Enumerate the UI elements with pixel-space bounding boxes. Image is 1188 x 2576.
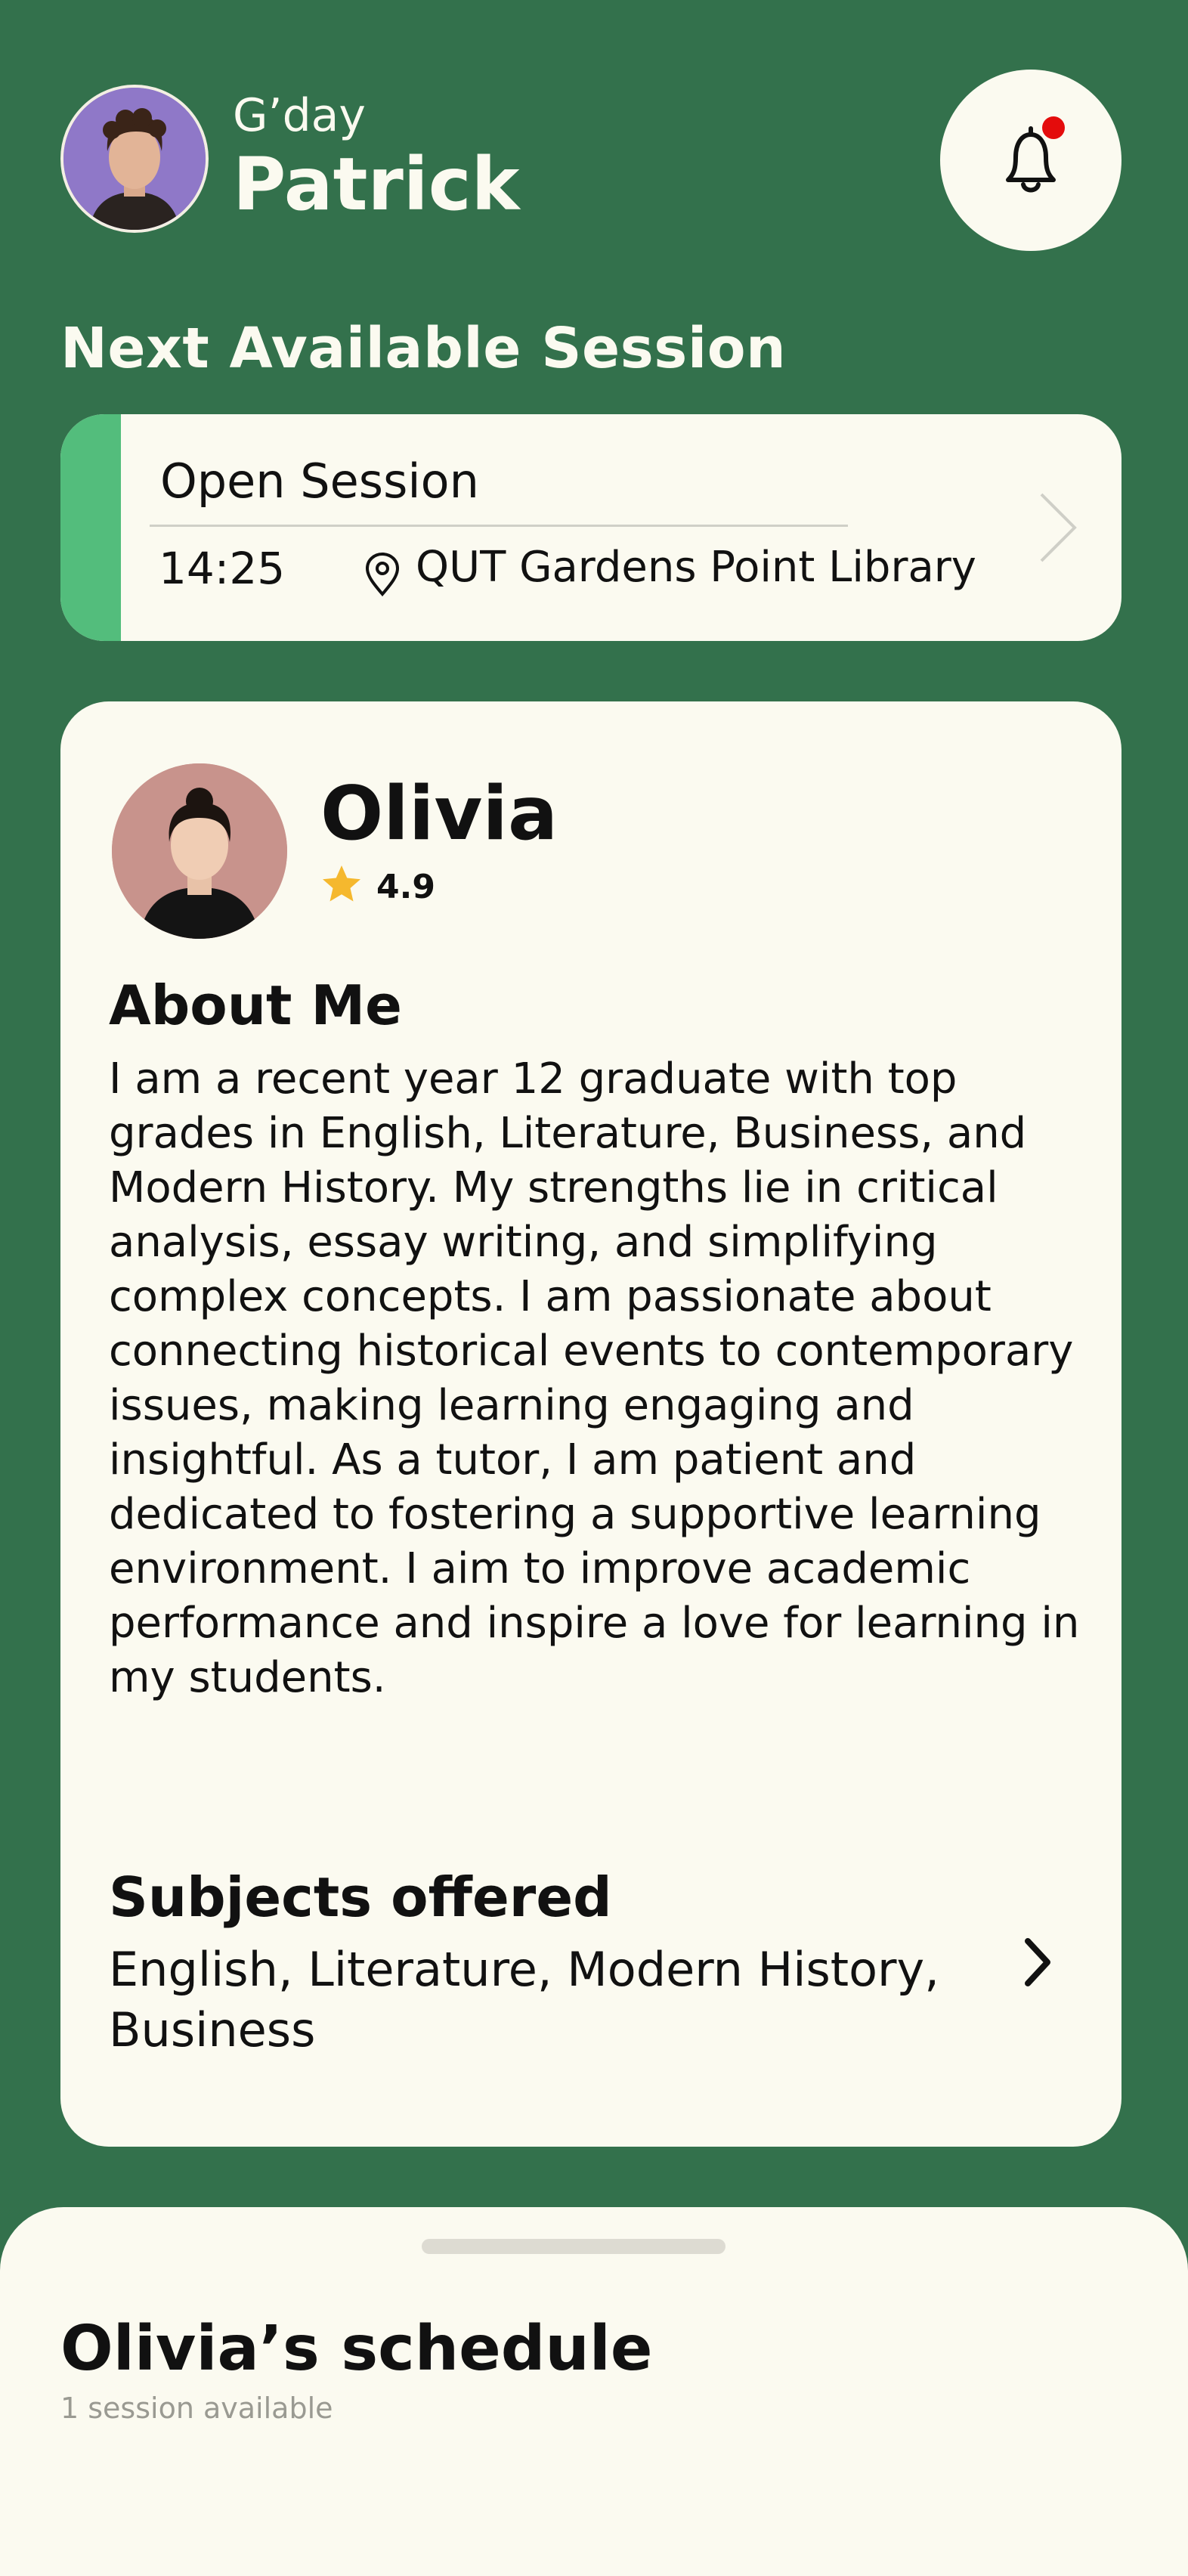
subjects-heading: Subjects offered — [109, 1865, 612, 1929]
tutor-rating: 4.9 — [376, 868, 435, 906]
about-heading: About Me — [109, 974, 402, 1037]
notifications-button[interactable] — [940, 70, 1121, 251]
schedule-subtitle: 1 session available — [60, 2392, 333, 2425]
user-name: Patrick — [233, 142, 520, 227]
schedule-title: Olivia’s schedule — [60, 2313, 653, 2385]
session-divider — [150, 525, 848, 527]
user-avatar-image — [63, 88, 206, 230]
session-time: 14:25 — [159, 543, 286, 594]
chevron-right-icon — [1040, 493, 1077, 562]
about-text: I am a recent year 12 graduate with top … — [109, 1054, 1080, 1702]
tutor-name: Olivia — [320, 771, 558, 857]
notification-badge-dot — [1042, 116, 1065, 139]
tutor-avatar-image — [112, 763, 287, 939]
tutor-avatar — [112, 763, 287, 939]
star-icon — [323, 865, 360, 902]
next-session-heading: Next Available Session — [60, 316, 787, 381]
session-type: Open Session — [160, 454, 479, 509]
subjects-list[interactable]: English, Literature, Modern History, Bus… — [109, 1940, 978, 2060]
tutor-profile-card: Olivia 4.9 About Me I am a recent year 1… — [60, 701, 1121, 2147]
user-avatar[interactable] — [60, 85, 209, 233]
greeting-text: G’day — [233, 89, 366, 142]
location-pin-icon — [365, 552, 400, 597]
chevron-right-icon[interactable] — [1020, 1935, 1057, 1989]
session-accent-bar — [60, 414, 121, 641]
sheet-drag-handle[interactable] — [422, 2239, 725, 2254]
schedule-sheet[interactable]: Olivia’s schedule 1 session available — [0, 2207, 1188, 2576]
next-session-card[interactable]: Open Session 14:25 QUT Gardens Point Lib… — [60, 414, 1121, 641]
session-location: QUT Gardens Point Library — [416, 543, 976, 592]
